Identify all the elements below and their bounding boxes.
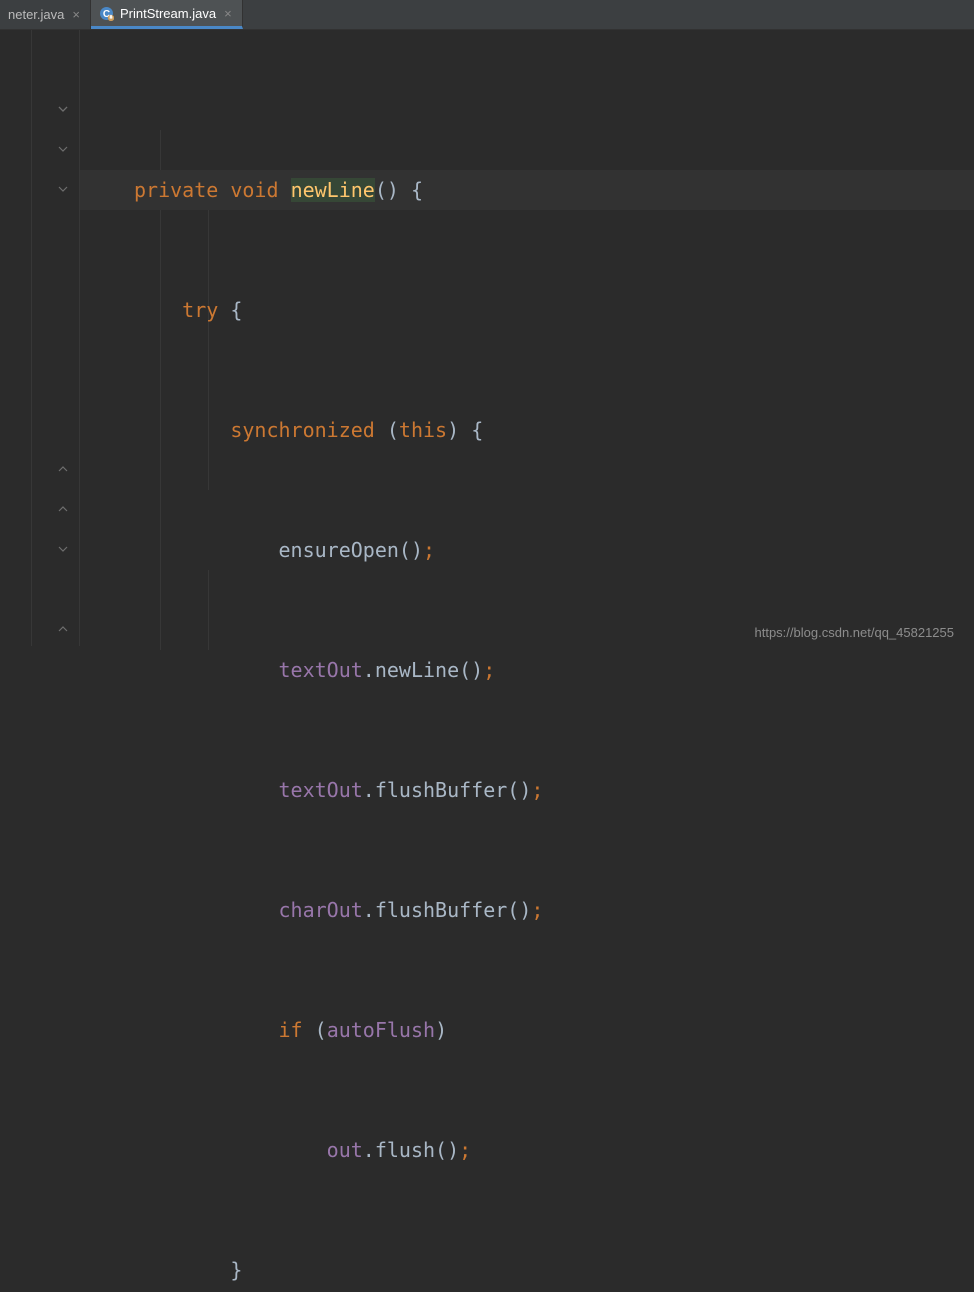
code-editor[interactable]: private void newLine() { try { synchroni…	[0, 30, 974, 646]
watermark-text: https://blog.csdn.net/qq_45821255	[755, 625, 955, 640]
fold-marker-icon[interactable]	[56, 502, 70, 516]
close-icon[interactable]: ×	[222, 6, 234, 21]
semicolon: ;	[483, 658, 495, 682]
keyword-if: if	[279, 1018, 303, 1042]
brace-close: }	[230, 1258, 242, 1282]
code-line: textOut.flushBuffer();	[80, 770, 974, 810]
code-line: private void newLine() {	[80, 170, 974, 210]
parentheses: ()	[507, 778, 531, 802]
field-ref: out	[327, 1138, 363, 1162]
keyword-try: try	[182, 298, 218, 322]
brace-open: {	[471, 418, 483, 442]
parentheses: ()	[399, 538, 423, 562]
semicolon: ;	[531, 778, 543, 802]
gutter	[0, 30, 80, 646]
brace-open: {	[411, 178, 423, 202]
fold-marker-icon[interactable]	[56, 142, 70, 156]
method-call: newLine	[375, 658, 459, 682]
dot: .	[363, 658, 375, 682]
dot: .	[363, 898, 375, 922]
tab-label: neter.java	[8, 7, 64, 22]
keyword-this: this	[399, 418, 447, 442]
dot: .	[363, 1138, 375, 1162]
code-line: }	[80, 1250, 974, 1290]
java-class-icon: C	[99, 6, 114, 21]
paren-close: )	[435, 1018, 447, 1042]
tab-inactive[interactable]: neter.java ×	[0, 0, 91, 29]
semicolon: ;	[423, 538, 435, 562]
code-line: out.flush();	[80, 1130, 974, 1170]
parentheses: ()	[507, 898, 531, 922]
tab-active[interactable]: C PrintStream.java ×	[91, 0, 243, 29]
parentheses: ()	[459, 658, 483, 682]
fold-marker-icon[interactable]	[56, 182, 70, 196]
field-ref: textOut	[279, 778, 363, 802]
semicolon: ;	[459, 1138, 471, 1162]
code-line: charOut.flushBuffer();	[80, 890, 974, 930]
brace-open: {	[230, 298, 242, 322]
fold-marker-icon[interactable]	[56, 102, 70, 116]
method-call: flush	[375, 1138, 435, 1162]
method-name: newLine	[291, 178, 375, 202]
gutter-divider	[31, 30, 32, 646]
fold-marker-icon[interactable]	[56, 622, 70, 636]
keyword-synchronized: synchronized	[230, 418, 375, 442]
tab-label: PrintStream.java	[120, 6, 216, 21]
code-line: try {	[80, 290, 974, 330]
method-call: flushBuffer	[375, 898, 507, 922]
code-line: ensureOpen();	[80, 530, 974, 570]
paren-open: (	[315, 1018, 327, 1042]
fold-marker-icon[interactable]	[56, 462, 70, 476]
close-icon[interactable]: ×	[70, 7, 82, 22]
code-line: textOut.newLine();	[80, 650, 974, 690]
keyword-private: private	[134, 178, 218, 202]
parentheses: ()	[375, 178, 399, 202]
keyword-void: void	[230, 178, 278, 202]
fold-marker-icon[interactable]	[56, 542, 70, 556]
editor-tabs: neter.java × C PrintStream.java ×	[0, 0, 974, 30]
dot: .	[363, 778, 375, 802]
field-ref: textOut	[279, 658, 363, 682]
field-ref: charOut	[279, 898, 363, 922]
semicolon: ;	[531, 898, 543, 922]
code-area[interactable]: private void newLine() { try { synchroni…	[80, 30, 974, 646]
method-call: flushBuffer	[375, 778, 507, 802]
code-line: if (autoFlush)	[80, 1010, 974, 1050]
method-call: ensureOpen	[279, 538, 399, 562]
code-line: synchronized (this) {	[80, 410, 974, 450]
paren-close: )	[447, 418, 459, 442]
field-ref: autoFlush	[327, 1018, 435, 1042]
paren-open: (	[387, 418, 399, 442]
parentheses: ()	[435, 1138, 459, 1162]
